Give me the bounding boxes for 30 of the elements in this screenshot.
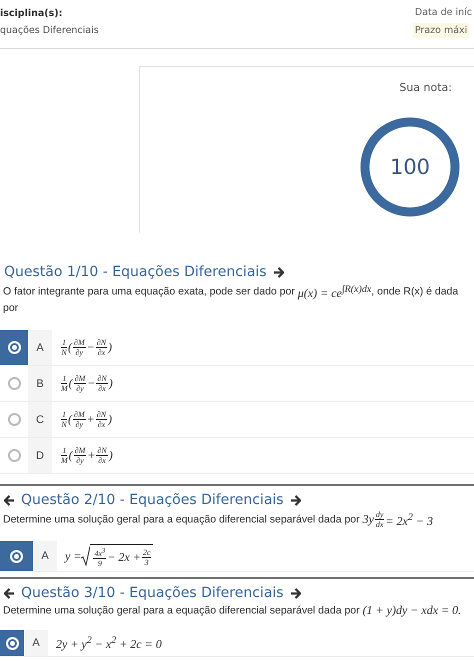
option-letter: C [28,402,52,437]
radio-button[interactable] [8,449,20,462]
score-label: Sua nota: [399,81,452,94]
arrow-right-icon[interactable] [272,266,284,278]
question-title: Questão 1/10 - Equações Diferenciais [4,264,267,280]
radio-cell[interactable] [0,541,33,571]
question-text: O fator integrante para uma equação exata, pode ser dado por μ(x) = ce$^{∫R(x)dx}$, onde R(x) é dada por [2,283,460,316]
radio-button[interactable] [8,377,20,390]
option-letter: A [28,330,52,365]
answer-formula: 2y + y$^{2}$ − x$^{2}$ + 2c = 0 [56,634,162,652]
score-value: 100 [390,155,430,179]
deadline-label: Prazo máxi [412,23,470,38]
option-letter: A [24,630,48,656]
course-name: quações Diferenciais [0,25,99,36]
radio-cell[interactable] [0,630,24,656]
arrow-left-icon[interactable] [4,494,15,506]
radio-button[interactable] [8,413,20,426]
option-letter: B [28,366,52,401]
arrow-left-icon[interactable] [4,588,15,598]
option-letter: A [33,541,57,571]
date-label: Data de iníc [414,6,473,20]
question-title: Questão 3/10 - Equações Diferenciais [21,585,284,601]
field-label: isciplina(s): [0,8,64,19]
radio-cell[interactable] [0,330,28,365]
square-root-sign [81,546,90,566]
arrow-right-icon[interactable] [290,494,301,506]
option-letter: D [28,438,52,473]
arrow-right-icon[interactable] [290,588,301,598]
question-title: Questão 2/10 - Equações Diferenciais [21,492,284,508]
question-text: Determine uma solução geral para a equação diferencial separável dada por (1 + y)dy − xdx = 0. [2,603,462,618]
